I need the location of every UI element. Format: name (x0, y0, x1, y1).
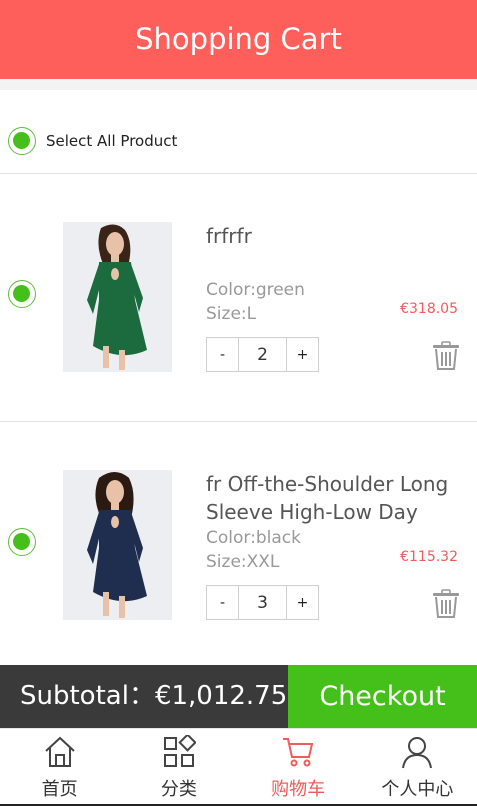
checkout-button[interactable]: Checkout (288, 665, 477, 728)
tab-label: 分类 (160, 779, 197, 800)
tab-cart[interactable]: 购物车 (239, 729, 358, 804)
header-divider (0, 82, 477, 90)
dress-photo (63, 222, 172, 372)
tab-category[interactable]: 分类 (119, 729, 238, 804)
item-select-radio[interactable] (8, 280, 36, 308)
decrease-button[interactable]: - (207, 586, 238, 619)
radio-dot (13, 285, 30, 302)
select-all-row[interactable]: Select All Product (0, 92, 477, 174)
product-size: Size:XXL (206, 552, 280, 572)
quantity-stepper: - 3 + (206, 585, 319, 620)
trash-icon[interactable] (432, 341, 460, 371)
product-color: Color:black (206, 528, 301, 548)
cart-item: frfrfr Color:green Size:L €318.05 - 2 + (0, 174, 477, 422)
bottom-tab-bar: 首页 分类 购物车 个人中心 (0, 728, 477, 806)
product-image[interactable] (63, 222, 172, 372)
tab-home[interactable]: 首页 (0, 729, 119, 804)
increase-button[interactable]: + (287, 338, 318, 371)
dress-photo (63, 470, 172, 620)
quantity-stepper: - 2 + (206, 337, 319, 372)
header-bar: Shopping Cart (0, 0, 477, 82)
home-icon (44, 736, 75, 767)
quantity-value[interactable]: 2 (238, 338, 287, 371)
cart-icon (283, 738, 314, 767)
product-price: €115.32 (400, 549, 458, 565)
radio-dot (13, 533, 30, 550)
decrease-button[interactable]: - (207, 338, 238, 371)
cart-item: fr Off-the-Shoulder Long Sleeve High-Low… (0, 422, 477, 670)
product-name[interactable]: fr Off-the-Shoulder Long Sleeve High-Low… (206, 470, 468, 526)
user-icon (402, 737, 433, 769)
subtotal-text: Subtotal：€1,012.75 (0, 665, 288, 728)
item-select-radio[interactable] (8, 528, 36, 556)
product-price: €318.05 (400, 301, 458, 317)
page-title: Shopping Cart (135, 22, 342, 56)
tab-profile[interactable]: 个人中心 (358, 729, 477, 804)
select-all-radio[interactable] (8, 127, 36, 155)
increase-button[interactable]: + (287, 586, 318, 619)
product-image[interactable] (63, 470, 172, 620)
tab-label: 个人中心 (381, 779, 454, 800)
tab-label: 首页 (41, 779, 78, 800)
radio-dot (13, 132, 30, 149)
category-icon (163, 735, 196, 767)
product-size: Size:L (206, 304, 257, 324)
tab-label: 购物车 (271, 779, 326, 800)
trash-icon[interactable] (432, 589, 460, 619)
product-color: Color:green (206, 280, 305, 300)
quantity-value[interactable]: 3 (238, 586, 287, 619)
checkout-bar: Subtotal：€1,012.75 Checkout (0, 665, 477, 728)
select-all-label: Select All Product (46, 132, 178, 150)
product-name[interactable]: frfrfr (206, 222, 468, 250)
